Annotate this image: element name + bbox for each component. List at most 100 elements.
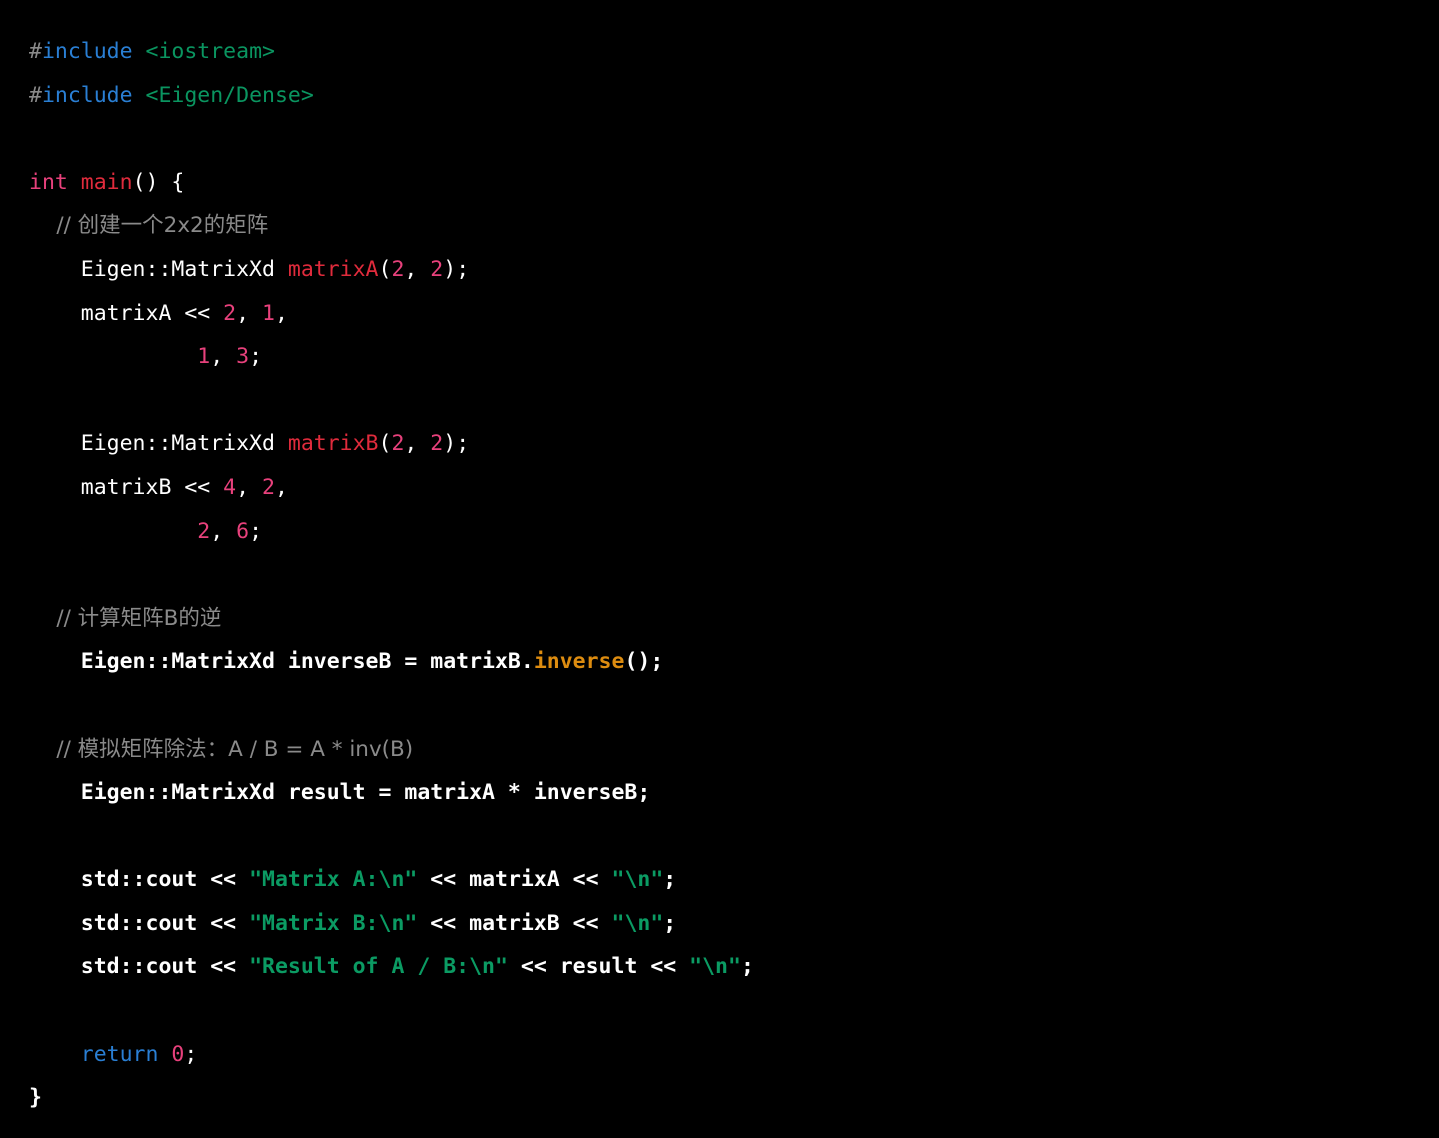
string-literal-result-label: "Result of A / B:\n" (249, 954, 508, 980)
stream-insert-matrixA: << matrixA << (417, 867, 612, 893)
code-editor-surface: #include <iostream> #include <Eigen/Dens… (0, 0, 1439, 1138)
number-value: 1 (262, 300, 275, 326)
code-line-matrixA-values-row1: matrixA << 2, 1, (29, 292, 1439, 336)
number-cols: 2 (430, 256, 444, 282)
punctuation-paren-semicolon: ); (443, 431, 470, 457)
number-value: 4 (223, 474, 237, 500)
code-line-matrixB-values-row2: 2, 6; (29, 510, 1439, 554)
code-line-declare-matrixB: Eigen::MatrixXd matrixB(2, 2); (29, 422, 1439, 466)
code-line-return: return 0; (29, 1033, 1439, 1077)
punctuation-paren: ( (378, 256, 392, 282)
preprocessor-hash: # (29, 82, 42, 108)
code-line-include-iostream: #include <iostream> (29, 30, 1439, 74)
comment-create-2x2-matrix: // 创建一个2x2的矩阵 (29, 213, 269, 239)
punctuation-comma: , (404, 256, 431, 282)
type-eigen-matrixxd: Eigen::MatrixXd (29, 256, 288, 282)
punctuation-close-brace: } (29, 1085, 42, 1111)
code-line-comment-compute-inverse: // 计算矩阵B的逆 (29, 597, 1439, 641)
variable-name-matrixB: matrixB (287, 431, 379, 457)
code-line-print-result: std::cout << "Result of A / B:\n" << res… (29, 945, 1439, 989)
number-value: 3 (236, 344, 250, 370)
code-line-matrixA-values-row2: 1, 3; (29, 335, 1439, 379)
punctuation-semicolon: ; (249, 518, 263, 544)
comment-compute-inverse-of-b: // 计算矩阵B的逆 (29, 605, 222, 631)
number-value: 2 (262, 474, 275, 500)
number-zero: 0 (171, 1041, 185, 1067)
code-line-closing-brace: } (29, 1076, 1439, 1120)
declare-inverseB: Eigen::MatrixXd inverseB = matrixB. (29, 649, 534, 675)
keyword-return: return (80, 1041, 159, 1067)
punctuation-call-semicolon: (); (624, 649, 664, 675)
number-rows: 2 (391, 256, 405, 282)
number-cols: 2 (430, 431, 444, 457)
stream-insert-matrixA: matrixA << (29, 300, 224, 326)
stream-insert-matrixB: matrixB << (29, 474, 224, 500)
keyword-int: int (29, 169, 68, 195)
punctuation-paren-semicolon: ); (443, 256, 470, 282)
punctuation-comma: , (274, 474, 288, 500)
punctuation-semicolon: ; (663, 867, 677, 893)
type-eigen-matrixxd: Eigen::MatrixXd (29, 431, 288, 457)
punctuation-comma: , (236, 300, 263, 326)
punctuation-comma: , (274, 300, 288, 326)
code-line-matrixB-values-row1: matrixB << 4, 2, (29, 466, 1439, 510)
punctuation-comma: , (210, 518, 237, 544)
punctuation-open-brace: () { (132, 169, 185, 195)
number-value: 2 (223, 300, 237, 326)
punctuation-comma: , (236, 474, 263, 500)
header-name-eigen-dense: <Eigen/Dense> (145, 82, 314, 108)
code-line-comment-create-matrix: // 创建一个2x2的矩阵 (29, 204, 1439, 248)
stream-cout: std::cout << (29, 954, 250, 980)
preprocessor-directive-include: include (41, 39, 133, 64)
code-line-include-eigen-dense: #include <Eigen/Dense> (29, 74, 1439, 118)
stream-insert-matrixB: << matrixB << (417, 910, 612, 936)
punctuation-comma: , (210, 344, 237, 370)
comment-simulate-matrix-division: // 模拟矩阵除法：A / B = A * inv(B) (29, 736, 414, 762)
string-literal-matrix-a-label: "Matrix A:\n" (249, 867, 418, 893)
preprocessor-hash: # (29, 39, 42, 64)
punctuation-semicolon: ; (249, 344, 263, 370)
string-literal-newline: "\n" (611, 910, 664, 936)
number-value: 6 (236, 518, 250, 544)
header-name-iostream: <iostream> (145, 39, 275, 64)
punctuation-semicolon: ; (184, 1041, 198, 1067)
code-line-inverseB: Eigen::MatrixXd inverseB = matrixB.inver… (29, 640, 1439, 684)
number-rows: 2 (391, 431, 405, 457)
code-line-print-matrixB: std::cout << "Matrix B:\n" << matrixB <<… (29, 902, 1439, 946)
code-line-comment-simulate-division: // 模拟矩阵除法：A / B = A * inv(B) (29, 728, 1439, 772)
stream-cout: std::cout << (29, 867, 250, 893)
stream-cout: std::cout << (29, 910, 250, 936)
string-literal-matrix-b-label: "Matrix B:\n" (249, 910, 418, 936)
string-literal-newline: "\n" (689, 954, 741, 980)
code-line-print-matrixA: std::cout << "Matrix A:\n" << matrixA <<… (29, 858, 1439, 902)
function-name-main: main (80, 169, 133, 195)
preprocessor-directive-include: include (41, 82, 133, 108)
punctuation-comma: , (404, 431, 431, 457)
statement-result-assignment: Eigen::MatrixXd result = matrixA * inver… (29, 780, 651, 806)
number-value: 2 (197, 518, 211, 544)
punctuation-semicolon: ; (663, 910, 677, 936)
code-line-declare-matrixA: Eigen::MatrixXd matrixA(2, 2); (29, 248, 1439, 292)
punctuation-semicolon: ; (740, 954, 754, 980)
string-literal-newline: "\n" (611, 867, 664, 893)
stream-insert-result: << result << (507, 954, 690, 980)
code-line-main-signature: int main() { (29, 161, 1439, 205)
number-value: 1 (197, 344, 211, 370)
variable-name-matrixA: matrixA (287, 256, 379, 282)
method-name-inverse: inverse (533, 649, 625, 675)
code-line-result-product: Eigen::MatrixXd result = matrixA * inver… (29, 771, 1439, 815)
punctuation-paren: ( (378, 431, 392, 457)
